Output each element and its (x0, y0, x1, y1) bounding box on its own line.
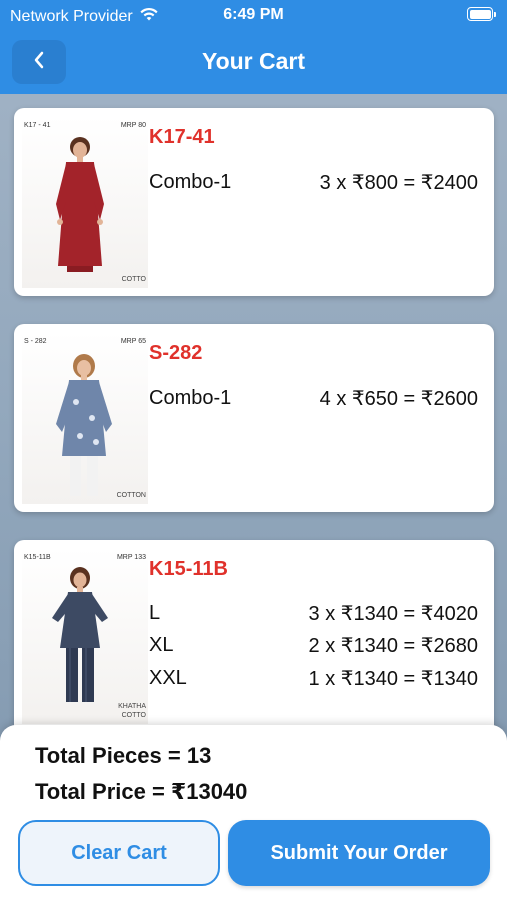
cart-item-card[interactable]: K15-11B MRP 133 KHATHA COTTO K15-11B L 3… (14, 540, 494, 736)
line-item-size: Combo-1 (149, 170, 232, 193)
design-code: K17-41 (149, 126, 215, 148)
line-item: XXL 1 x ₹1340 = ₹1340 (149, 665, 478, 691)
line-item: L 3 x ₹1340 = ₹4020 (149, 600, 478, 626)
line-item-calc: 2 x ₹1340 = ₹2680 (308, 634, 478, 657)
design-code: S-282 (149, 342, 203, 364)
cart-item-card[interactable]: K17 - 41 MRP 80 COTTO K17-41 Combo-1 3 x… (14, 108, 494, 296)
product-image-fabric: KHATHA COTTO (118, 703, 146, 719)
cart-summary-panel: Total Pieces = 13 Total Price = ₹13040 C… (0, 725, 507, 900)
line-item-size: Combo-1 (149, 386, 232, 409)
product-image: S - 282 MRP 65 COTTON (22, 332, 148, 504)
product-image: K17 - 41 MRP 80 COTTO (22, 116, 148, 288)
line-item-size: XXL (149, 666, 187, 689)
line-item: Combo-1 3 x ₹800 = ₹2400 (149, 169, 478, 195)
product-image: K15-11B MRP 133 KHATHA COTTO (22, 548, 148, 724)
product-image-fabric: COTTO (121, 276, 146, 283)
cart-item-card[interactable]: S - 282 MRP 65 COTTON S-282 Combo-1 4 x … (14, 324, 494, 512)
line-item: XL 2 x ₹1340 = ₹2680 (149, 632, 478, 658)
line-item-size: XL (149, 633, 174, 656)
design-code: K15-11B (149, 558, 228, 580)
total-price: Total Price = ₹13040 (35, 779, 248, 804)
battery-icon (467, 7, 496, 21)
nav-bar: Your Cart (0, 30, 507, 94)
status-time: 6:49 PM (223, 6, 284, 23)
product-image-fabric: COTTON (116, 492, 146, 499)
line-item-size: L (149, 601, 161, 624)
line-item-calc: 1 x ₹1340 = ₹1340 (308, 667, 478, 690)
line-item-calc: 3 x ₹1340 = ₹4020 (308, 602, 478, 625)
total-pieces: Total Pieces = 13 (35, 743, 212, 768)
clear-cart-button[interactable]: Clear Cart (18, 820, 220, 886)
page-title: Your Cart (201, 48, 306, 74)
line-item: Combo-1 4 x ₹650 = ₹2600 (149, 385, 478, 411)
submit-order-button[interactable]: Submit Your Order (228, 820, 490, 886)
line-item-calc: 4 x ₹650 = ₹2600 (319, 387, 478, 410)
status-bar: Network Provider 6:49 PM (0, 0, 507, 30)
line-item-calc: 3 x ₹800 = ₹2400 (319, 171, 478, 194)
